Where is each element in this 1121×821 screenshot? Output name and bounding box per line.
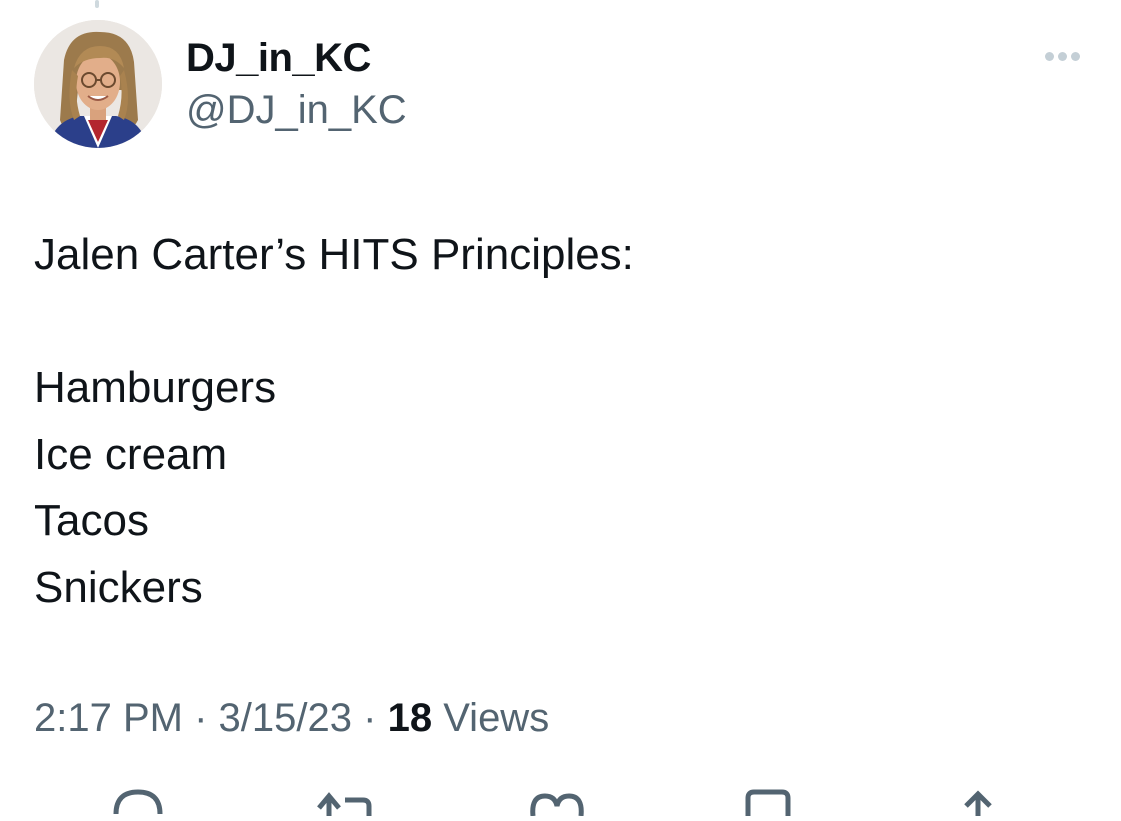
tweet-list-item: Ice cream: [34, 429, 228, 479]
tweet-time[interactable]: 2:17 PM: [34, 696, 183, 740]
views-count: 18: [387, 696, 433, 740]
more-horizontal-icon: [1070, 51, 1080, 61]
tweet-list-item: Hamburgers: [34, 363, 277, 412]
more-options-button[interactable]: [1034, 40, 1090, 72]
reply-icon[interactable]: [108, 786, 168, 816]
views-label: Views: [443, 696, 550, 740]
like-icon[interactable]: [527, 786, 587, 817]
tweet-list-item: Tacos: [34, 496, 149, 545]
tweet-metadata: 2:17 PM · 3/15/23 · 18 Views: [34, 693, 549, 743]
meta-separator: ·: [194, 696, 208, 740]
more-horizontal-icon: [1057, 51, 1067, 61]
retweet-icon[interactable]: [315, 786, 375, 816]
share-icon[interactable]: [950, 786, 1010, 816]
author-display-name[interactable]: DJ_in_KC: [186, 34, 371, 82]
meta-separator: ·: [363, 696, 377, 740]
author-avatar[interactable]: [34, 20, 162, 148]
more-horizontal-icon: [1044, 51, 1054, 61]
tweet-action-bar: [0, 786, 1121, 817]
tweet-date[interactable]: 3/15/23: [219, 696, 352, 740]
tweet-text: Jalen Carter’s HITS Principles: Hamburge…: [34, 222, 1084, 621]
bookmark-icon[interactable]: [740, 786, 800, 816]
tweet-list-item: Snickers: [34, 562, 203, 612]
tweet-title-line: Jalen Carter’s HITS Principles:: [34, 230, 634, 279]
avatar-image: [34, 20, 162, 148]
author-handle[interactable]: @DJ_in_KC: [186, 86, 407, 134]
thread-connector-line: [95, 0, 99, 8]
